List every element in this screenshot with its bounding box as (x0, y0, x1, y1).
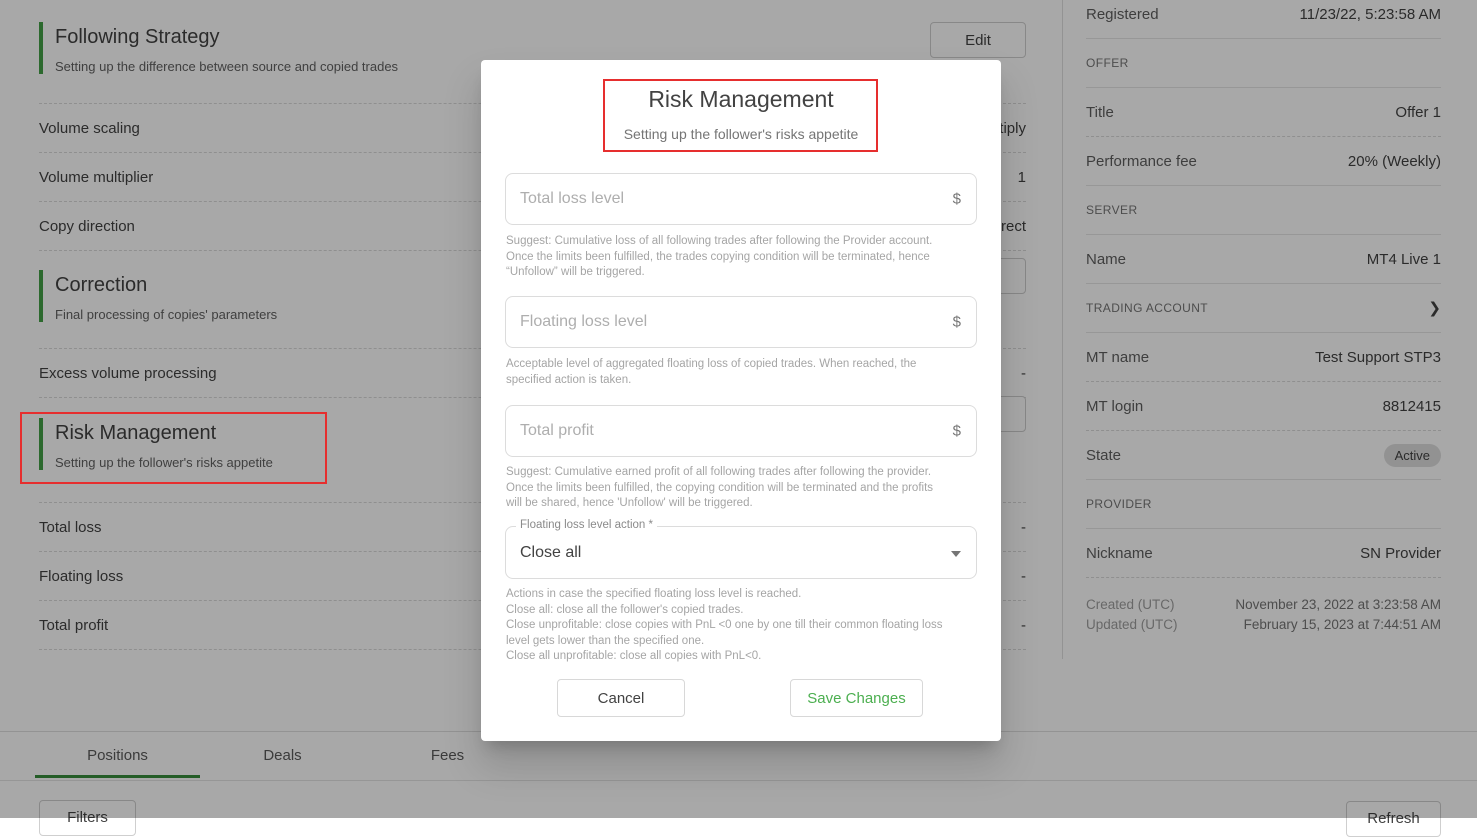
cancel-button[interactable]: Cancel (557, 679, 685, 717)
select-value: Close all (506, 544, 581, 562)
total-profit-input[interactable] (506, 406, 976, 456)
floating-loss-level-field: $ (505, 296, 977, 348)
currency-suffix: $ (953, 423, 961, 440)
helper-text: Actions in case the specified floating l… (506, 587, 943, 665)
total-loss-level-input[interactable] (506, 174, 976, 224)
select-label: Floating loss level action * (516, 519, 657, 531)
total-loss-level-field: $ (505, 173, 977, 225)
total-profit-field: $ (505, 405, 977, 457)
helper-text: Suggest: Cumulative loss of all followin… (506, 234, 943, 281)
chevron-down-icon (951, 551, 961, 557)
save-changes-button[interactable]: Save Changes (790, 679, 923, 717)
currency-suffix: $ (953, 191, 961, 208)
helper-text: Suggest: Cumulative earned profit of all… (506, 465, 943, 512)
annotation-rect-dialog-title (603, 79, 878, 152)
annotation-rect-risk-section (20, 412, 327, 484)
helper-text: Acceptable level of aggregated floating … (506, 357, 943, 388)
floating-loss-level-input[interactable] (506, 297, 976, 347)
risk-management-dialog: Risk Management Setting up the follower'… (481, 60, 1001, 741)
currency-suffix: $ (953, 314, 961, 331)
floating-loss-action-select[interactable]: Floating loss level action * Close all (505, 526, 977, 579)
